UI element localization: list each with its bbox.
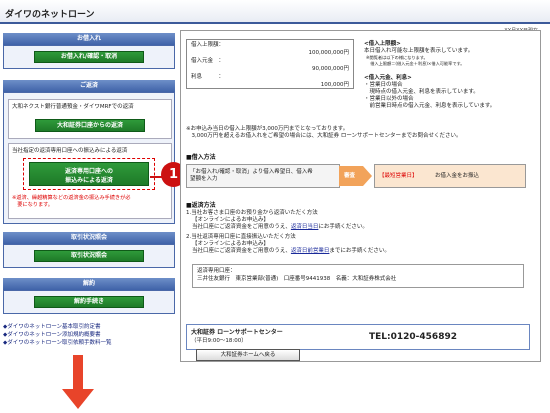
- down-arrow-icon: [62, 355, 94, 409]
- repay-account-title: 返済専用口座：: [197, 268, 236, 274]
- repay-account-box: 返済専用口座： 三井住友銀行 東京営業部(普通) 口座番号9441938 名義：…: [192, 264, 524, 288]
- cancel-procedure-button[interactable]: 解約手続き: [34, 296, 144, 308]
- link-fee-list[interactable]: ◆ダイワのネットローン取引依頼手数料一覧: [3, 338, 111, 346]
- repay-note-line1: ※返済、繰越精算などの返済金の振込み手続きが必: [12, 195, 131, 201]
- daiwa-account-repay-button[interactable]: 大和証券口座からの返済: [35, 119, 145, 132]
- borrow-panel: お借入れ/確認・取消: [3, 45, 175, 69]
- repay-method-2: 2.当社返済専用口座に直接振込いただく方法: [186, 234, 296, 240]
- history-panel: 取引状況照会: [3, 244, 175, 268]
- transaction-history-button[interactable]: 取引状況照会: [34, 250, 144, 262]
- result-step-prefix: 【最短営業日】: [379, 173, 418, 179]
- repay-option-1-label: 大和ネクスト銀行普通預金・ダイワMRFでの返済: [12, 104, 134, 110]
- repay-method-1-desc: 当社口座にご返済資金をご用意のうえ、返済日当日にお手続ください。: [192, 224, 368, 231]
- limit-label: 借入上限額： 100,000,000円: [186, 39, 354, 56]
- result-step-box: 【最短営業日】 お借入金をお振込: [374, 164, 526, 188]
- repay-method-1-desc-post: にお手続ください。: [318, 224, 368, 230]
- non-business-day-desc: 前営業日時点の借入元金、利息を表示しています。: [364, 103, 496, 109]
- transfer-repay-button-line2: 振込みによる返済: [65, 177, 113, 184]
- limit-info-title: <借入上限額>: [364, 41, 401, 47]
- borrow-confirm-cancel-button[interactable]: お借入れ/確認・取消: [34, 51, 144, 63]
- cancel-panel: 解約手続き: [3, 290, 175, 314]
- history-section-heading: 取引状況照会: [3, 232, 175, 244]
- limit-info-line: 本日借入れ可能な上限額を表示しています。: [364, 48, 474, 54]
- repay-option-2-label: 当社指定の返済専用口座への振込みによる返済: [12, 148, 128, 154]
- cancel-section-heading: 解約: [3, 278, 175, 290]
- repay-note-line2: 要になります。: [12, 202, 53, 208]
- non-business-day-label: ・営業日以外の場合: [364, 96, 414, 102]
- table-row: 利息 ： 100,000円: [186, 72, 354, 89]
- interest-value: 100,000円: [320, 82, 349, 88]
- repay-panel: 大和ネクスト銀行普通預金・ダイワMRFでの返済 大和証券口座からの返済 当社指定…: [3, 92, 175, 224]
- repay-method-1-desc-pre: 当社口座にご返済資金をご用意のうえ、: [192, 224, 291, 230]
- borrow-method-title: ■借入方法: [186, 154, 216, 161]
- repay-method-2-desc: 当社口座にご返済資金をご用意のうえ、返済日前営業日までにお手続ください。: [192, 248, 390, 255]
- repay-method-title: ■返済方法: [186, 202, 216, 209]
- repay-date-link[interactable]: 返済日当日: [291, 224, 319, 230]
- limit-info-sub1: ※閲覧者は以下の様になります。: [366, 55, 428, 60]
- principal-info-title: <借入元金、利息>: [364, 75, 412, 81]
- link-basic-agreement[interactable]: ◆ダイワのネットローン基本取引約定書: [3, 322, 100, 330]
- borrow-section-heading: お借入れ: [3, 33, 175, 45]
- repay-section-heading: ご返済: [3, 80, 175, 92]
- support-center-name: 大和証券 ローンサポートセンター: [191, 329, 283, 336]
- borrow-step-line1: 「お借入れ/確認・取消」より借入希望日、借入希: [190, 169, 313, 175]
- notice-line2: 3,000万円を超えるお借入れをご希望の場合には、大和証券 ローンサポートセンタ…: [186, 133, 462, 139]
- principal-label: 借入元金 ： 90,000,000円: [186, 56, 354, 72]
- repay-method-1-online: 【オンラインによるお申込み】: [192, 217, 269, 223]
- header-divider: [0, 22, 550, 24]
- repay-method-2-online: 【オンラインによるお申込み】: [192, 241, 269, 247]
- support-tel: TEL:0120-456892: [369, 332, 457, 342]
- interest-label: 利息 ： 100,000円: [186, 72, 354, 89]
- repay-method-2-desc-post: までにお手続ください。: [329, 248, 390, 254]
- table-row: 借入上限額： 100,000,000円: [186, 39, 354, 56]
- repay-account-detail: 三井住友銀行 東京営業部(普通) 口座番号9441938 名義：大和証券株式会社: [197, 276, 397, 282]
- borrow-step-line2: 望額を入力: [190, 176, 218, 182]
- business-day-desc: 現時点の借入元金、利息を表示しています。: [364, 89, 479, 95]
- loan-limit-table: 借入上限額： 100,000,000円 借入元金 ： 90,000,000円 利息 …: [186, 39, 354, 89]
- back-to-home-button[interactable]: 大和証券ホームへ戻る: [196, 349, 300, 361]
- notice-line1: ※お申込み当日の借入上限額が3,000万円までとなっております。: [186, 126, 349, 132]
- repay-option-2-box: 当社指定の返済専用口座への振込みによる返済 返済専用口座への 振込みによる返済 …: [8, 143, 172, 219]
- result-step-text: お借入金をお振込: [435, 173, 480, 179]
- limit-value: 100,000,000円: [308, 50, 350, 56]
- business-day-label: ・営業日の場合: [364, 82, 403, 88]
- principal-value: 90,000,000円: [312, 66, 349, 72]
- repay-method-1: 1.当社お客さま口座のお預り金から返済いただく方法: [186, 210, 318, 216]
- review-step-label: 審査: [344, 173, 356, 179]
- link-terms-summary[interactable]: ◆ダイワのネットローン添加規約概要書: [3, 330, 100, 338]
- transfer-repay-button[interactable]: 返済専用口座への 振込みによる返済: [29, 162, 149, 186]
- support-center-box: 大和証券 ローンサポートセンター （平日9:00〜18:00） TEL:0120…: [186, 324, 530, 350]
- table-row: 借入元金 ： 90,000,000円: [186, 56, 354, 72]
- repay-option-1-box: 大和ネクスト銀行普通預金・ダイワMRFでの返済 大和証券口座からの返済: [8, 99, 172, 139]
- transfer-repay-button-line1: 返済専用口座への: [64, 168, 113, 175]
- borrow-step-box: 「お借入れ/確認・取消」より借入希望日、借入希 望額を入力: [186, 164, 340, 188]
- repay-method-2-desc-pre: 当社口座にご返済資金をご用意のうえ、: [192, 248, 291, 254]
- limit-info-sub2: 借入上限額＝(借入元金＋利息)×借入可能率です。: [366, 61, 465, 66]
- support-center-hours: （平日9:00〜18:00）: [191, 338, 247, 344]
- prior-business-day-link[interactable]: 返済日前営業日: [291, 248, 330, 254]
- app-title: ダイワのネットローン: [5, 10, 95, 20]
